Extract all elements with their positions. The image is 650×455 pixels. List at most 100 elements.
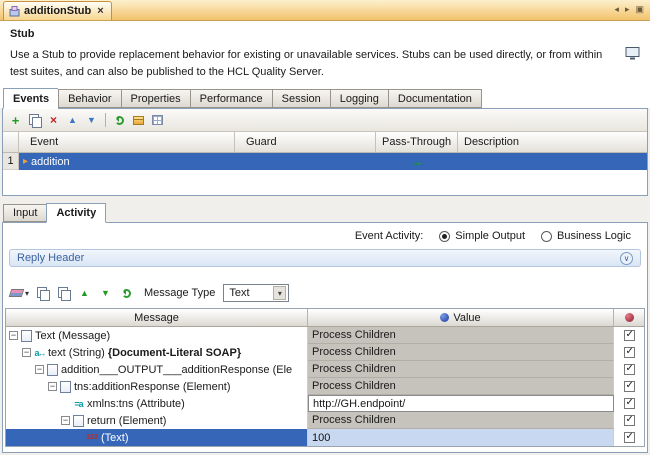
tree-row[interactable]: xmlns:tns (Attribute) http://GH.endpoint… [6,395,644,412]
tree-row[interactable]: return (Element) Process Children [6,412,644,429]
main-tab-bar: Events Behavior Properties Performance S… [0,87,650,108]
arrow-up-icon: ▲ [80,288,89,298]
copy-icon [37,287,49,300]
tree-row[interactable]: tns:additionResponse (Element) Process C… [6,378,644,395]
enabled-checkbox[interactable] [624,415,635,426]
move-up-button[interactable]: ▲ [64,112,81,129]
row-number-gutter [3,132,19,152]
col-event: Event [19,132,235,152]
string-icon [34,348,45,358]
event-activity-label: Event Activity: [355,230,423,242]
combo-arrow-icon: ▾ [273,286,286,300]
scroll-left-icon[interactable]: ◂ [614,4,619,15]
tab-events[interactable]: Events [3,88,58,109]
message-type-select[interactable]: Text ▾ [223,284,289,302]
delete-event-button[interactable]: × [45,112,62,129]
enabled-checkbox[interactable] [624,364,635,375]
enabled-checkbox[interactable] [624,432,635,443]
copy-message-button[interactable] [34,285,51,302]
msg-refresh-button[interactable] [118,285,135,302]
enabled-checkbox[interactable] [624,381,635,392]
tab-documentation[interactable]: Documentation [388,89,482,108]
element-icon [73,415,84,427]
event-row[interactable]: 1 ▸ addition → [3,153,647,170]
tab-behavior[interactable]: Behavior [58,89,120,108]
expander-icon[interactable] [35,365,44,374]
description-cell[interactable] [458,153,647,170]
tab-session[interactable]: Session [272,89,330,108]
close-tab-icon[interactable]: × [97,5,103,17]
paste-icon [29,114,41,127]
arrow-down-icon: ▼ [87,115,96,125]
expander-icon[interactable] [9,331,18,340]
radio-business-logic[interactable]: Business Logic [541,230,631,242]
value-cell[interactable]: Process Children [308,378,614,395]
leaf-spacer [61,399,70,408]
pass-through-cell[interactable]: → [376,153,458,170]
value-cell[interactable]: Process Children [308,344,614,361]
editor-tab[interactable]: additionStub × [3,1,112,20]
event-cell[interactable]: ▸ addition [19,153,235,170]
tab-performance[interactable]: Performance [190,89,272,108]
package-icon [133,116,144,125]
tab-properties[interactable]: Properties [121,89,190,108]
expander-icon[interactable] [22,348,31,357]
tab-list-icon[interactable]: ▣ [635,4,644,15]
expander-icon[interactable] [61,416,70,425]
node-label: (Text) [101,432,129,444]
plus-icon: + [12,115,20,126]
paste-button[interactable] [26,112,43,129]
grid-button[interactable] [149,112,166,129]
event-activity-row: Event Activity: Simple Output Business L… [3,223,647,249]
add-event-button[interactable]: + [7,112,24,129]
radio-simple-output[interactable]: Simple Output [439,230,525,242]
element-icon [60,381,71,393]
leaf-spacer [74,433,83,442]
value-cell[interactable]: Process Children [308,412,614,429]
message-tree: Message Value Text (Message) Process Chi… [5,308,645,447]
value-cell[interactable]: http://GH.endpoint/ [308,395,614,412]
paste-message-button[interactable] [55,285,72,302]
arrow-down-icon: ▼ [101,288,110,298]
message-icon [21,330,32,342]
guard-cell[interactable] [235,153,376,170]
eraser-dropdown-button[interactable]: ▾ [9,285,30,302]
activity-panel: Event Activity: Simple Output Business L… [2,222,648,453]
tab-logging[interactable]: Logging [330,89,388,108]
col-value: Value [308,309,614,326]
value-cell[interactable]: Process Children [308,361,614,378]
tree-row[interactable]: addition___OUTPUT___additionResponse (El… [6,361,644,378]
row-number: 1 [3,153,19,170]
tree-row-selected[interactable]: (Text) 100 [6,429,644,446]
node-label: text (String) [48,347,105,359]
simple-output-label: Simple Output [455,230,525,242]
msg-move-up-button[interactable]: ▲ [76,285,93,302]
delete-icon: × [50,115,57,126]
tree-row[interactable]: Text (Message) Process Children [6,327,644,344]
message-type-value: Text [229,287,249,299]
value-cell[interactable]: Process Children [308,327,614,344]
stub-icon [9,6,20,17]
sub-tab-bar: Input Activity [0,202,650,222]
refresh-button[interactable] [111,112,128,129]
refresh-icon [115,116,124,125]
enabled-checkbox[interactable] [624,398,635,409]
events-table-header: Event Guard Pass-Through Description [3,132,647,153]
event-name: addition [31,156,70,168]
value-cell[interactable]: 100 [308,429,614,446]
expander-icon[interactable] [48,382,57,391]
scroll-right-icon[interactable]: ▸ [625,4,630,15]
msg-move-down-button[interactable]: ▼ [97,285,114,302]
move-down-button[interactable]: ▼ [83,112,100,129]
tab-strip-controls: ◂ ▸ ▣ [614,4,644,15]
enabled-checkbox[interactable] [624,347,635,358]
enabled-checkbox[interactable] [624,330,635,341]
tab-input[interactable]: Input [3,204,46,222]
reply-header-section[interactable]: Reply Header ∨ [9,249,641,267]
chevron-down-icon[interactable]: ∨ [620,252,633,265]
tree-row[interactable]: text (String) {Document-Literal SOAP} Pr… [6,344,644,361]
package-button[interactable] [130,112,147,129]
arrow-up-icon: ▲ [68,115,77,125]
refresh-icon [122,289,131,298]
tab-activity[interactable]: Activity [46,203,106,223]
